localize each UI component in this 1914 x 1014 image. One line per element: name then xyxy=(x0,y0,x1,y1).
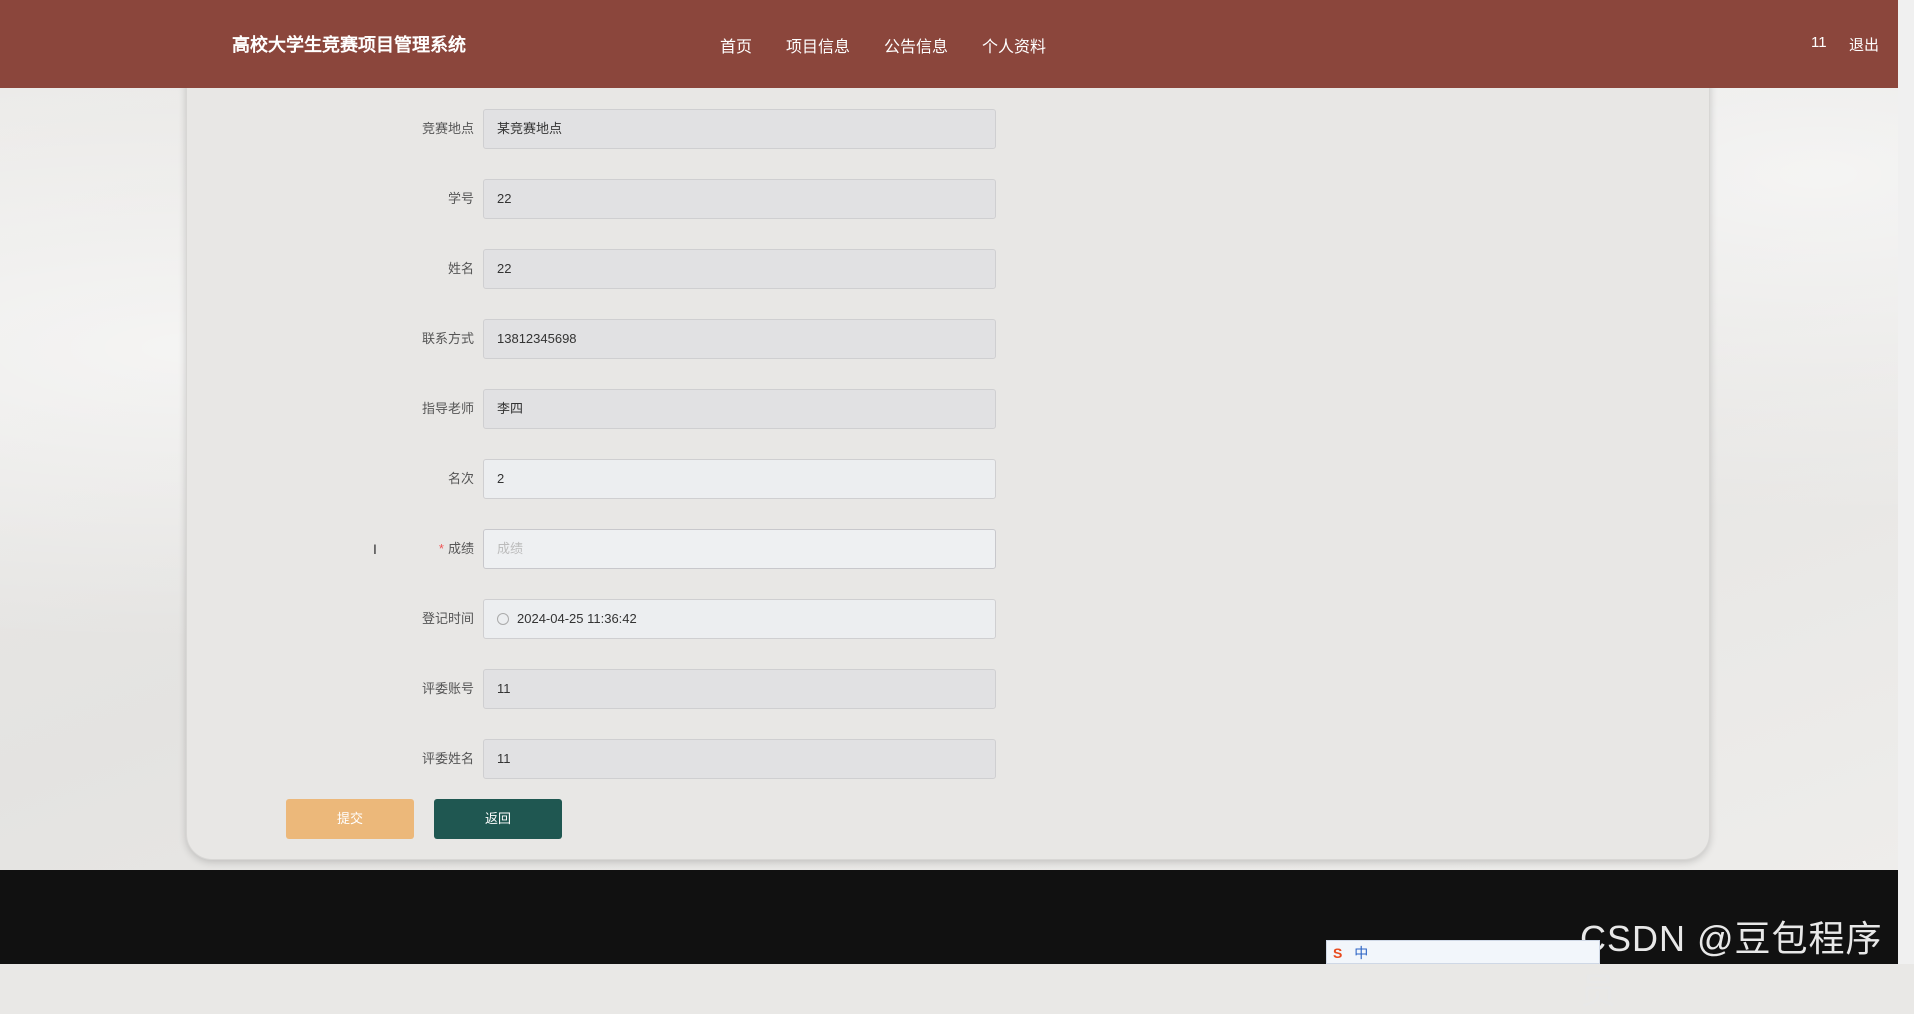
field-label: * 成绩 xyxy=(439,529,474,569)
form-row: * 成绩 成绩 xyxy=(187,529,996,569)
form-row: 联系方式 13812345698 xyxy=(187,319,996,359)
required-mark: * xyxy=(438,541,444,556)
back-button[interactable]: 返回 xyxy=(434,799,562,839)
field-label: 登记时间 xyxy=(421,611,474,626)
field-label: 评委账号 xyxy=(421,681,474,696)
watermark: CSDN @豆包程序员 xyxy=(1580,918,1883,1011)
form-row: 登记时间 2024-04-25 11:36:42 xyxy=(187,599,996,639)
venue-field[interactable]: 某竞赛地点 xyxy=(483,109,996,149)
app-title: 高校大学生竞赛项目管理系统 xyxy=(232,35,466,55)
nav-announcements[interactable]: 公告信息 xyxy=(884,33,948,57)
register-time-field[interactable]: 2024-04-25 11:36:42 xyxy=(483,599,996,639)
rank-field[interactable]: 2 xyxy=(483,459,996,499)
nav-home[interactable]: 首页 xyxy=(720,33,752,57)
field-label: 评委姓名 xyxy=(421,751,474,766)
judge-name-field[interactable]: 11 xyxy=(483,739,996,779)
form-row: 名次 2 xyxy=(187,459,996,499)
field-label: 学号 xyxy=(447,191,474,206)
field-label: 姓名 xyxy=(447,261,474,276)
ime-mode[interactable]: 中 xyxy=(1354,945,1368,961)
phone-field[interactable]: 13812345698 xyxy=(483,319,996,359)
register-time-value: 2024-04-25 11:36:42 xyxy=(517,611,637,626)
scrollbar[interactable] xyxy=(1898,0,1914,964)
field-label: 指导老师 xyxy=(421,401,474,416)
ime-toolbar[interactable]: S 中 xyxy=(1326,940,1600,964)
username[interactable]: 11 xyxy=(1811,34,1827,51)
form-row: 评委姓名 11 xyxy=(187,739,996,779)
form-row: 学号 22 xyxy=(187,179,996,219)
top-navbar: 高校大学生竞赛项目管理系统 首页 项目信息 公告信息 个人资料 11 退出 xyxy=(0,0,1898,88)
clock-icon xyxy=(497,612,509,625)
form-row: 指导老师 李四 xyxy=(187,389,996,429)
submit-button[interactable]: 提交 xyxy=(286,799,414,839)
nav-profile[interactable]: 个人资料 xyxy=(982,33,1046,57)
footer: CSDN @豆包程序员 xyxy=(0,870,1898,1011)
form-row: 评委账号 11 xyxy=(187,669,996,709)
advisor-field[interactable]: 李四 xyxy=(483,389,996,429)
field-label: 竞赛地点 xyxy=(421,121,474,136)
nav-projects[interactable]: 项目信息 xyxy=(786,33,850,57)
main-nav: 首页 项目信息 公告信息 个人资料 xyxy=(720,33,1080,57)
ime-logo-icon: S xyxy=(1333,945,1343,961)
form-row: 姓名 22 xyxy=(187,249,996,289)
logout-link[interactable]: 退出 xyxy=(1849,34,1879,55)
name-field[interactable]: 22 xyxy=(483,249,996,289)
field-label: 联系方式 xyxy=(421,331,474,346)
form-card: 竞赛地点 某竞赛地点 学号 22 姓名 22 联系方式 13812345698 … xyxy=(186,40,1710,860)
text-cursor-icon: I xyxy=(373,541,377,557)
student-id-field[interactable]: 22 xyxy=(483,179,996,219)
judge-account-field[interactable]: 11 xyxy=(483,669,996,709)
field-label: 名次 xyxy=(447,471,474,486)
score-input[interactable]: 成绩 xyxy=(483,529,996,569)
score-label: 成绩 xyxy=(447,541,474,556)
form-row: 竞赛地点 某竞赛地点 xyxy=(187,109,996,149)
